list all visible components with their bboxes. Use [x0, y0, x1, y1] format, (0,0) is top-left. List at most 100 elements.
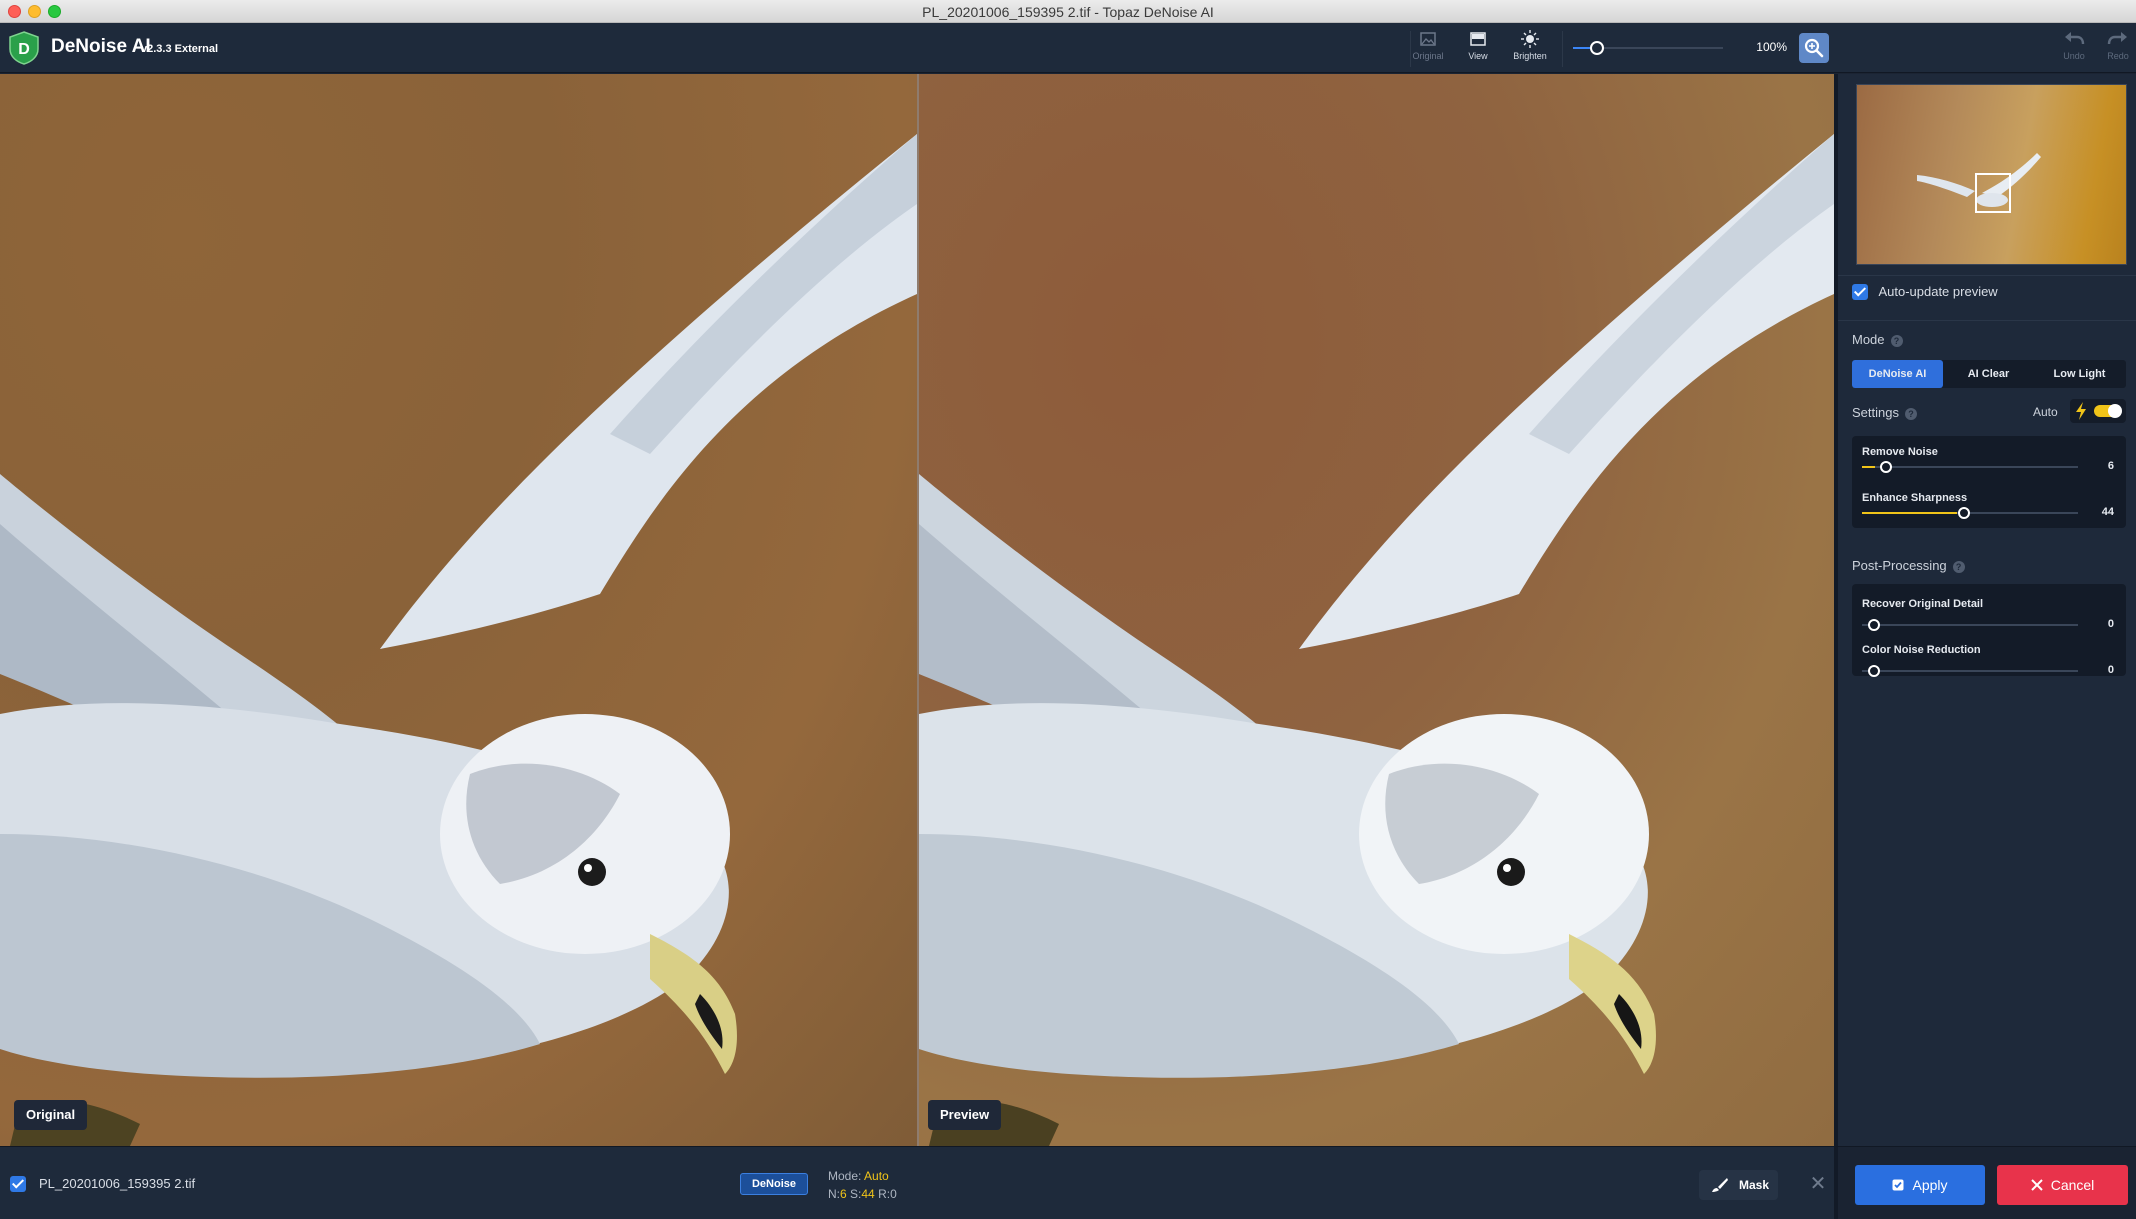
preview-image-pane[interactable]: Preview	[919, 74, 1834, 1146]
redo-icon	[2107, 32, 2127, 45]
n-value: 6	[840, 1187, 847, 1201]
close-icon[interactable]: ✕	[1808, 1172, 1828, 1196]
color-noise-label: Color Noise Reduction	[1862, 644, 1981, 656]
original-pane-label: Original	[14, 1100, 88, 1130]
color-noise-track[interactable]	[1862, 670, 2078, 672]
navigator-viewport-box[interactable]	[1975, 173, 2011, 213]
app-logo-icon: D	[9, 31, 39, 65]
help-icon[interactable]: ?	[1904, 407, 1917, 420]
gull-original-image	[0, 134, 917, 1146]
auto-label: Auto	[2033, 405, 2058, 419]
zoom-button[interactable]	[1799, 33, 1829, 63]
original-image-pane[interactable]: Original	[0, 74, 917, 1146]
preview-pane-label: Preview	[928, 1100, 1002, 1130]
auto-toggle-knob	[2108, 404, 2122, 418]
undo-label: Undo	[2063, 51, 2085, 61]
enhance-sharpness-label: Enhance Sharpness	[1862, 492, 1968, 504]
auto-update-checkbox[interactable]	[1852, 283, 1868, 300]
auto-update-label: Auto-update preview	[1878, 284, 1998, 300]
mode-prefix: Mode:	[828, 1169, 862, 1183]
r-value: 0	[890, 1187, 897, 1201]
undo-button[interactable]: Undo	[2056, 30, 2092, 66]
brighten-label: Brighten	[1513, 51, 1547, 61]
recover-detail-value[interactable]: 0	[2108, 618, 2114, 630]
panel-divider	[1838, 275, 2136, 276]
cancel-button[interactable]: Cancel	[1997, 1165, 2128, 1205]
gull-preview-image	[919, 134, 1834, 1146]
apply-label: Apply	[1912, 1177, 1948, 1193]
zoom-percentage[interactable]: 100%	[1737, 35, 1787, 59]
remove-noise-fill	[1862, 466, 1875, 468]
brighten-button[interactable]: Brighten	[1504, 29, 1556, 69]
remove-noise-label: Remove Noise	[1862, 446, 1938, 458]
mode-summary: Mode: Auto N:6 S:44 R:0	[828, 1167, 897, 1203]
r-label: R:	[878, 1187, 891, 1201]
app-name: DeNoise AI	[51, 36, 151, 57]
help-icon[interactable]: ?	[1952, 560, 1965, 573]
file-select-checkbox[interactable]	[10, 1176, 26, 1192]
n-label: N:	[828, 1187, 840, 1201]
settings-title: Settings	[1852, 405, 1899, 420]
mask-label: Mask	[1739, 1178, 1770, 1192]
window-titlebar: PL_20201006_159395 2.tif - Topaz DeNoise…	[0, 0, 2136, 23]
navigator-thumbnail[interactable]	[1856, 84, 2127, 265]
enhance-sharpness-value[interactable]: 44	[2102, 506, 2114, 518]
remove-noise-thumb[interactable]	[1880, 461, 1893, 473]
mode-value: Auto	[864, 1169, 889, 1183]
s-label: S:	[850, 1187, 862, 1201]
recover-detail-track[interactable]	[1862, 624, 2078, 626]
settings-sliders-card: Remove Noise 6 Enhance Sharpness 44	[1852, 436, 2126, 528]
mode-denoise-ai[interactable]: DeNoise AI	[1852, 360, 1943, 388]
model-badge: DeNoise	[740, 1173, 808, 1195]
cancel-label: Cancel	[2050, 1177, 2095, 1193]
cancel-x-icon	[2030, 1179, 2043, 1191]
sun-icon	[1521, 30, 1539, 48]
undo-icon	[2065, 32, 2085, 45]
remove-noise-value[interactable]: 6	[2108, 460, 2114, 472]
mode-title: Mode	[1852, 332, 1885, 347]
color-noise-value[interactable]: 0	[2108, 664, 2114, 676]
color-noise-thumb[interactable]	[1868, 665, 1880, 677]
auto-toggle[interactable]	[2070, 399, 2126, 423]
brush-icon	[1712, 1178, 1728, 1192]
recover-detail-thumb[interactable]	[1868, 619, 1880, 631]
recover-detail-label: Recover Original Detail	[1862, 598, 1984, 610]
check-icon	[1892, 1179, 1904, 1191]
postprocessing-sliders-card: Recover Original Detail 0 Color Noise Re…	[1852, 584, 2126, 677]
mode-ai-clear[interactable]: AI Clear	[1943, 360, 2034, 388]
settings-section-title: Settings?	[1852, 405, 1917, 420]
apply-button[interactable]: Apply	[1855, 1165, 1985, 1205]
enhance-sharpness-thumb[interactable]	[1957, 507, 1970, 519]
mode-section-title: Mode?	[1852, 332, 1903, 347]
auto-update-row[interactable]: Auto-update preview	[1852, 283, 1998, 303]
mode-selector: DeNoise AI AI Clear Low Light	[1852, 360, 2126, 388]
settings-panel: Auto-update preview Mode? DeNoise AI AI …	[1834, 74, 2136, 1146]
lightning-icon	[2076, 402, 2086, 420]
postprocessing-section-title: Post-Processing?	[1852, 558, 1965, 573]
view-mode-label: View	[1468, 51, 1488, 61]
original-toggle-button[interactable]: Original	[1402, 29, 1454, 69]
app-version: v2.3.3 External	[141, 43, 219, 55]
help-icon[interactable]: ?	[1890, 334, 1903, 347]
redo-button[interactable]: Redo	[2100, 30, 2136, 66]
s-value: 44	[861, 1187, 875, 1201]
mask-button[interactable]: Mask	[1699, 1170, 1778, 1200]
action-bar: Apply Cancel	[1834, 1146, 2136, 1219]
mode-low-light[interactable]: Low Light	[2034, 360, 2125, 388]
postprocessing-title: Post-Processing	[1852, 558, 1947, 573]
original-toggle-label: Original	[1412, 51, 1444, 61]
panel-divider	[1838, 320, 2136, 321]
toolbar-divider	[1562, 31, 1563, 67]
remove-noise-track[interactable]	[1862, 466, 2078, 468]
enhance-sharpness-fill	[1862, 512, 1958, 514]
view-mode-button[interactable]: View	[1452, 29, 1504, 69]
split-view-icon	[1470, 32, 1486, 46]
redo-label: Redo	[2107, 51, 2129, 61]
svg-text:D: D	[18, 41, 30, 58]
magnifier-icon	[1804, 38, 1824, 58]
window-title: PL_20201006_159395 2.tif - Topaz DeNoise…	[922, 4, 1214, 20]
file-name: PL_20201006_159395 2.tif	[39, 1176, 196, 1191]
zoom-slider-thumb[interactable]	[1590, 41, 1604, 55]
bottom-file-bar: PL_20201006_159395 2.tif DeNoise Mode: A…	[0, 1146, 1834, 1219]
image-icon	[1420, 32, 1436, 46]
